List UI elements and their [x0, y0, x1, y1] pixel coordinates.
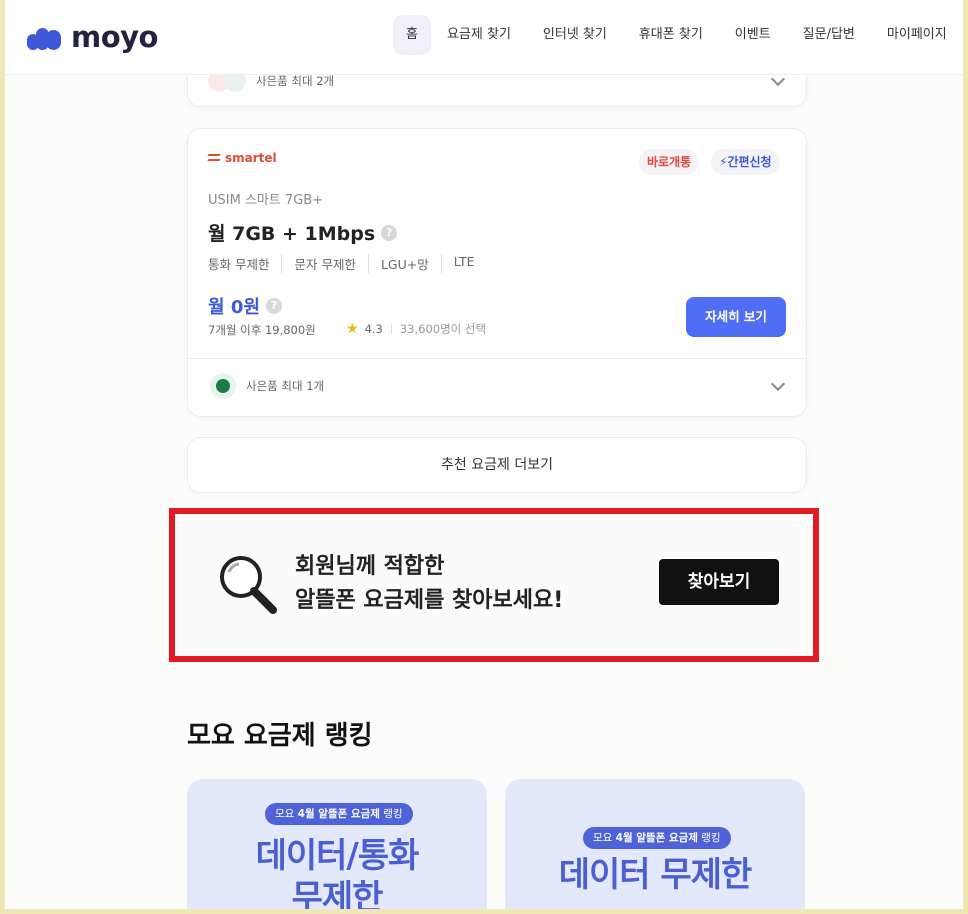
- feature-sms: 문자 무제한: [281, 254, 367, 273]
- ranking-card-data-call-unlimited[interactable]: 모요 4월 알뜰폰 요금제 랭킹 데이터/통화 무제한: [187, 779, 487, 909]
- ranking-card-title-line1: 데이터 무제한: [558, 855, 753, 895]
- badge-direct-open: 바로개통: [639, 149, 700, 175]
- ranking-title: 모요 요금제 랭킹: [187, 721, 373, 751]
- pill-bold: 4월 알뜰폰 요금제: [297, 808, 380, 820]
- plan-name: USIM 스마트 7GB+: [208, 193, 324, 208]
- gift-row[interactable]: 사은품 최대 1개: [210, 373, 324, 399]
- more-plans-button[interactable]: 추천 요금제 더보기: [187, 437, 807, 493]
- ranking-card-title-line1: 데이터/통화: [255, 836, 420, 876]
- brand-logo: smartel: [207, 151, 277, 165]
- ranking-card-title-line2: 무제한: [291, 878, 384, 909]
- nav-home[interactable]: 홈: [393, 15, 431, 55]
- pill-bold: 4월 알뜰폰 요금제: [615, 832, 698, 844]
- page-frame: moyo 홈 요금제 찾기 인터넷 찾기 휴대폰 찾기 이벤트 질문/답변 마이…: [5, 0, 963, 909]
- nav-event[interactable]: 이벤트: [719, 15, 787, 55]
- divider: [188, 358, 806, 359]
- plan-title-text: 월 7GB + 1Mbps: [208, 223, 376, 245]
- ranking-pill: 모요 4월 알뜰폰 요금제 랭킹: [265, 803, 413, 825]
- pill-suffix: 랭킹: [379, 808, 403, 820]
- nav-find-plan[interactable]: 요금제 찾기: [431, 15, 527, 55]
- badge-easy-label: 간편신청: [727, 155, 772, 169]
- rating: ★ 4.3 33,600명이 선택: [346, 321, 486, 337]
- selected-count: 33,600명이 선택: [399, 322, 487, 336]
- nav-qna[interactable]: 질문/답변: [787, 15, 871, 55]
- find-button[interactable]: 찾아보기: [659, 559, 779, 605]
- moyo-logo[interactable]: moyo: [27, 20, 158, 54]
- gift-text: 사은품 최대 2개: [256, 74, 335, 88]
- price-text: 월 0원: [208, 297, 260, 318]
- plan-price: 월 0원 ?: [208, 293, 282, 319]
- main-nav: 홈 요금제 찾기 인터넷 찾기 휴대폰 찾기 이벤트 질문/답변 마이페이지: [393, 15, 963, 55]
- price-help-icon[interactable]: ?: [265, 298, 282, 314]
- help-icon[interactable]: ?: [381, 224, 398, 241]
- ranking-pill: 모요 4월 알뜰폰 요금제 랭킹: [583, 827, 731, 849]
- feature-lte: LTE: [440, 254, 487, 273]
- starbucks-icon: [210, 373, 236, 399]
- chevron-down-icon[interactable]: [770, 376, 786, 392]
- banner-line-2: 알뜰폰 요금제를 찾아보세요!: [295, 588, 564, 613]
- badge-easy-apply: ⚡간편신청: [711, 149, 780, 175]
- pill-suffix: 랭킹: [697, 832, 721, 844]
- banner-text: 회원님께 적합한 알뜰폰 요금제를 찾아보세요!: [295, 550, 563, 618]
- plan-card[interactable]: smartel 바로개통 ⚡간편신청 USIM 스마트 7GB+ 월 7GB +…: [187, 128, 807, 417]
- top-header: moyo 홈 요금제 찾기 인터넷 찾기 휴대폰 찾기 이벤트 질문/답변 마이…: [5, 0, 963, 75]
- smartel-logo-icon: [207, 154, 222, 162]
- pill-prefix: 모요: [593, 832, 616, 844]
- feature-call: 통화 무제한: [208, 257, 270, 272]
- star-icon: ★: [346, 321, 359, 337]
- rating-value: 4.3: [364, 322, 383, 336]
- plan-features: 통화 무제한 문자 무제한 LGU+망 LTE: [208, 254, 487, 273]
- after-price: 7개월 이후 19,800원: [208, 323, 316, 337]
- ranking-card-data-unlimited[interactable]: 모요 4월 알뜰폰 요금제 랭킹 데이터 무제한: [505, 779, 805, 909]
- nav-find-internet[interactable]: 인터넷 찾기: [527, 15, 623, 55]
- banner-line-1: 회원님께 적합한: [295, 554, 445, 579]
- nav-find-phone[interactable]: 휴대폰 찾기: [623, 15, 719, 55]
- plan-title: 월 7GB + 1Mbps ?: [208, 219, 398, 246]
- brand-name: smartel: [225, 151, 277, 165]
- detail-button[interactable]: 자세히 보기: [686, 297, 786, 337]
- pill-prefix: 모요: [275, 808, 298, 820]
- logo-mark-icon: [27, 22, 67, 52]
- gift-text: 사은품 최대 1개: [246, 379, 325, 393]
- nav-mypage[interactable]: 마이페이지: [871, 15, 963, 55]
- logo-text: moyo: [71, 20, 158, 54]
- magnifier-icon: [220, 556, 277, 614]
- find-plan-banner: 회원님께 적합한 알뜰폰 요금제를 찾아보세요! 찾아보기: [169, 508, 819, 662]
- feature-network: LGU+망: [367, 254, 441, 273]
